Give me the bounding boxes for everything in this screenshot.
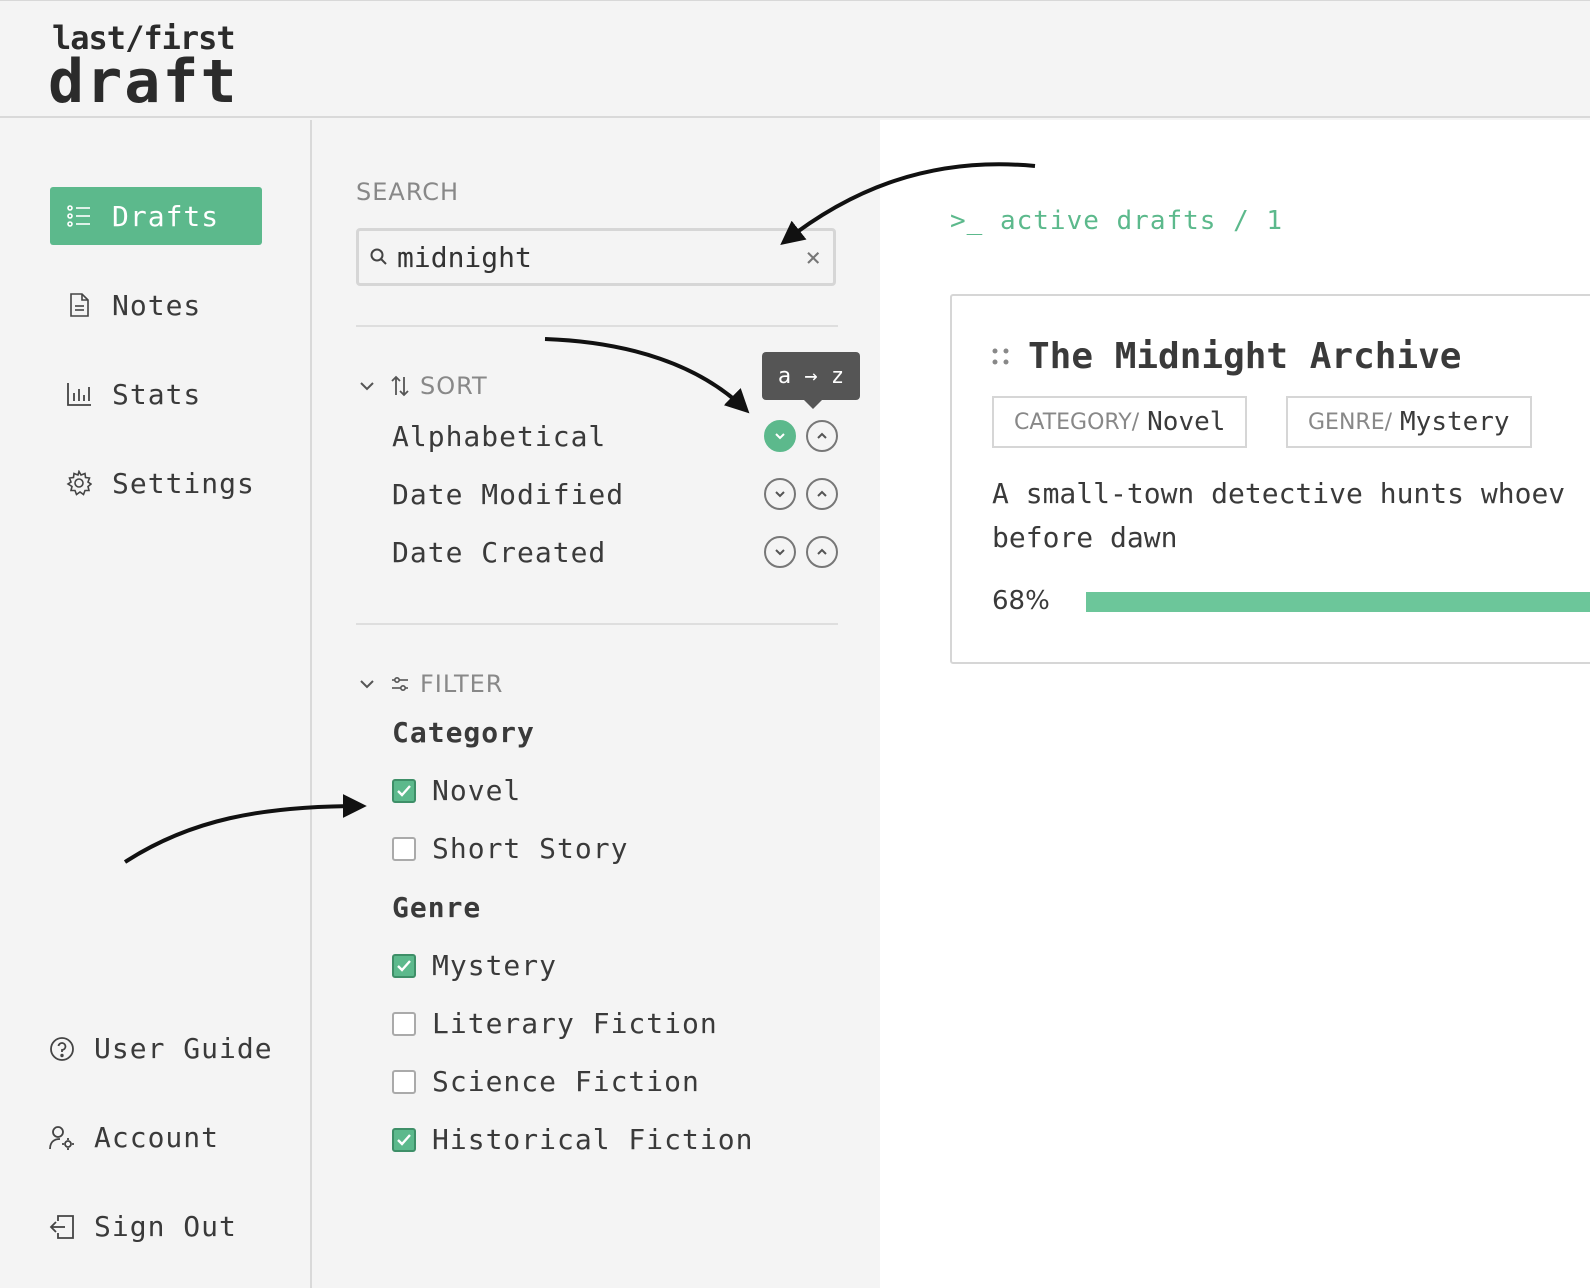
divider xyxy=(356,623,838,625)
sort-asc-button[interactable] xyxy=(806,478,838,510)
sidebar-item-label: Notes xyxy=(112,288,202,322)
sort-option-alphabetical: Alphabetical xyxy=(392,416,838,456)
sidebar-item-stats[interactable]: Stats xyxy=(50,365,262,423)
search-box[interactable]: × xyxy=(356,228,836,286)
tag-value: Novel xyxy=(1147,407,1226,437)
tag-key: GENRE/ xyxy=(1308,409,1393,435)
chevron-up-icon xyxy=(817,548,827,555)
main-content: >_ active drafts / 1 The Midnight Archiv… xyxy=(880,120,1590,1288)
filter-option-label: Mystery xyxy=(432,949,558,982)
summary-line: A small-town detective hunts whoev xyxy=(992,477,1566,510)
filter-panel: SEARCH × SORT a → z Alphabetical Date Mo… xyxy=(314,120,880,1288)
document-icon xyxy=(70,293,89,317)
checkbox-checked[interactable] xyxy=(392,1127,416,1152)
user-gear-icon xyxy=(49,1125,74,1150)
checkbox-unchecked[interactable] xyxy=(392,1011,416,1036)
search-label: SEARCH xyxy=(356,178,460,206)
filter-option-label: Short Story xyxy=(432,832,629,865)
sort-option-label: Alphabetical xyxy=(392,419,607,453)
filter-option-label: Literary Fiction xyxy=(432,1007,718,1040)
sidebar-item-notes[interactable]: Notes xyxy=(50,276,262,334)
filter-option-mystery[interactable]: Mystery xyxy=(392,949,557,982)
draft-title[interactable]: The Midnight Archive xyxy=(1028,336,1461,377)
user-guide-label: User Guide xyxy=(94,1032,273,1065)
filter-group-category: Category xyxy=(392,716,535,749)
filter-option-short-story[interactable]: Short Story xyxy=(392,832,628,865)
sidebar-item-label: Stats xyxy=(112,377,202,411)
sort-label: SORT xyxy=(420,372,488,400)
divider xyxy=(356,325,838,327)
sort-desc-button[interactable] xyxy=(764,536,796,568)
tag-key: CATEGORY/ xyxy=(1014,409,1140,435)
sort-option-label: Date Modified xyxy=(392,477,625,511)
filter-option-label: Science Fiction xyxy=(432,1065,700,1098)
account-label: Account xyxy=(94,1121,220,1154)
drag-handle-icon[interactable] xyxy=(990,346,1012,368)
sliders-icon xyxy=(392,676,408,692)
sort-desc-button[interactable] xyxy=(764,420,796,452)
chevron-down-icon xyxy=(775,549,785,556)
sort-arrows-icon xyxy=(391,375,409,397)
chevron-down-icon xyxy=(360,680,374,689)
progress-percent: 68% xyxy=(992,586,1050,616)
bar-chart-icon xyxy=(67,383,91,406)
checkmark-icon xyxy=(397,959,411,972)
gear-icon xyxy=(66,470,92,496)
progress-bar-fill xyxy=(1086,592,1590,612)
checkmark-icon xyxy=(397,1133,411,1146)
sort-tooltip: a → z xyxy=(762,352,860,409)
sign-out-link[interactable]: Sign Out xyxy=(48,1210,237,1243)
checkbox-checked[interactable] xyxy=(392,778,416,803)
sort-desc-button[interactable] xyxy=(764,478,796,510)
chevron-down-icon xyxy=(775,491,785,498)
genre-tag: GENRE/ Mystery xyxy=(1286,396,1532,448)
checkbox-unchecked[interactable] xyxy=(392,836,416,861)
chevron-up-icon xyxy=(817,490,827,497)
checkmark-icon xyxy=(397,784,411,797)
sidebar-item-drafts[interactable]: Drafts xyxy=(50,187,262,245)
chevron-down-icon xyxy=(775,433,785,440)
draft-card[interactable]: The Midnight Archive CATEGORY/ Novel GEN… xyxy=(950,294,1590,664)
account-link[interactable]: Account xyxy=(48,1121,219,1154)
breadcrumb: >_ active drafts / 1 xyxy=(950,206,1284,236)
help-circle-icon xyxy=(50,1036,74,1061)
category-tag: CATEGORY/ Novel xyxy=(992,396,1248,448)
checkbox-unchecked[interactable] xyxy=(392,1069,416,1094)
sort-option-date-modified: Date Modified xyxy=(392,474,838,514)
draft-summary: A small-town detective hunts whoev befor… xyxy=(992,472,1590,560)
logo-main-text: draft xyxy=(48,47,239,117)
filter-option-label: Historical Fiction xyxy=(432,1123,754,1156)
filter-option-historical-fiction[interactable]: Historical Fiction xyxy=(392,1123,753,1156)
filter-option-literary-fiction[interactable]: Literary Fiction xyxy=(392,1007,718,1040)
sort-option-date-created: Date Created xyxy=(392,532,838,572)
app-header: last/first draft xyxy=(0,0,1590,118)
sort-asc-button[interactable] xyxy=(806,536,838,568)
filter-section-toggle[interactable]: FILTER xyxy=(358,670,503,698)
logout-icon xyxy=(49,1214,74,1239)
search-input[interactable] xyxy=(397,240,787,274)
summary-line: before dawn xyxy=(992,521,1178,554)
filter-group-genre: Genre xyxy=(392,891,482,924)
clear-search-icon[interactable]: × xyxy=(805,243,821,273)
checkbox-checked[interactable] xyxy=(392,953,416,978)
chevron-down-icon xyxy=(360,382,374,391)
tag-value: Mystery xyxy=(1400,407,1510,437)
filter-label: FILTER xyxy=(420,670,504,698)
progress-bar xyxy=(1086,592,1590,612)
sort-option-label: Date Created xyxy=(392,535,607,569)
sidebar-item-settings[interactable]: Settings xyxy=(50,454,262,512)
sort-section-toggle[interactable]: SORT xyxy=(358,372,488,400)
sidebar-item-label: Drafts xyxy=(112,199,220,233)
sign-out-label: Sign Out xyxy=(94,1210,237,1243)
chevron-up-icon xyxy=(817,432,827,439)
search-icon xyxy=(370,248,387,265)
filter-option-novel[interactable]: Novel xyxy=(392,774,521,807)
sidebar-item-label: Settings xyxy=(112,466,255,500)
sidebar: Drafts Notes Stats Settings User Guide A… xyxy=(0,120,312,1288)
list-icon xyxy=(67,205,90,227)
filter-option-science-fiction[interactable]: Science Fiction xyxy=(392,1065,700,1098)
filter-option-label: Novel xyxy=(432,774,522,807)
sort-asc-button[interactable] xyxy=(806,420,838,452)
user-guide-link[interactable]: User Guide xyxy=(48,1032,273,1065)
